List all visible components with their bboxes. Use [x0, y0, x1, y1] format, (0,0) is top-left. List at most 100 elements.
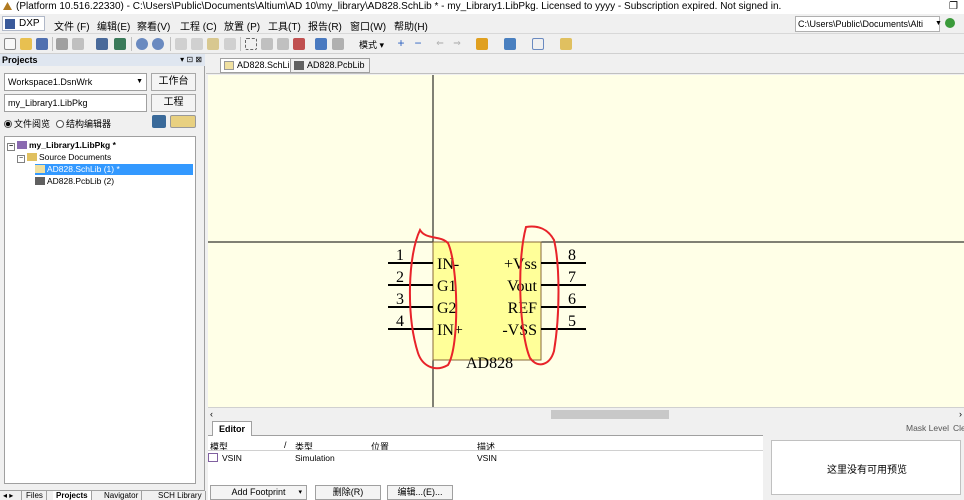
- project-options-icon[interactable]: [152, 115, 166, 128]
- tree-item-project[interactable]: − my_Library1.LibPkg *: [7, 140, 116, 151]
- radio-structure-label: 结构编辑器: [66, 119, 112, 129]
- radio-file-view[interactable]: 文件阅览: [4, 117, 50, 130]
- radio-dot: [56, 120, 64, 128]
- print-icon[interactable]: [56, 38, 68, 50]
- wizard-icon[interactable]: [476, 38, 488, 50]
- undo-icon[interactable]: [315, 38, 327, 50]
- collapse-icon[interactable]: −: [7, 143, 15, 151]
- tree-item-label: AD828.SchLib (1) *: [47, 164, 120, 174]
- path-dropdown-icon[interactable]: ▼: [935, 20, 942, 27]
- column-header-description[interactable]: 描述: [477, 440, 495, 453]
- cell-description: VSIN: [477, 453, 497, 463]
- schematic-library-icon: [35, 165, 45, 173]
- preview-box: 这里没有可用预览: [771, 440, 961, 495]
- deselect-icon[interactable]: [277, 38, 289, 50]
- print-preview-icon[interactable]: [72, 38, 84, 50]
- menu-tools[interactable]: 工具(T): [268, 18, 301, 33]
- preview-unavailable-text: 这里没有可用预览: [827, 465, 907, 476]
- layers-icon[interactable]: [96, 38, 108, 50]
- column-header-type[interactable]: 类型: [295, 440, 313, 453]
- zoom-in-icon[interactable]: [136, 38, 148, 50]
- zoom-out-icon[interactable]: [152, 38, 164, 50]
- workspace-button[interactable]: 工作台: [151, 73, 196, 91]
- project-button[interactable]: 工程: [151, 94, 196, 112]
- add-footprint-button[interactable]: Add Footprint ▾: [210, 485, 307, 500]
- forward-arrow-icon[interactable]: ⇒: [451, 38, 463, 50]
- tree-item-label: Source Documents: [39, 152, 112, 162]
- project-field[interactable]: my_Library1.LibPkg: [4, 94, 147, 112]
- drawing-tools-icon[interactable]: [504, 38, 516, 50]
- toolbar-separator: [170, 37, 171, 51]
- cell-model: VSIN: [222, 453, 242, 463]
- edit-button[interactable]: 编辑...(E)...: [387, 485, 453, 500]
- restore-window-icon[interactable]: ❐: [949, 1, 958, 12]
- simulation-model-icon: [208, 453, 218, 462]
- pin-name-g2: G2: [437, 300, 457, 317]
- tree-item-schlib[interactable]: AD828.SchLib (1) *: [35, 164, 193, 175]
- remove-icon[interactable]: −: [412, 37, 424, 50]
- move-icon[interactable]: [261, 38, 273, 50]
- clear-filter-icon[interactable]: [293, 38, 305, 50]
- workspace-select[interactable]: Workspace1.DsnWrk ▼: [4, 73, 147, 91]
- column-header-sort[interactable]: /: [284, 440, 287, 450]
- panel-tab-sch-library[interactable]: SCH Library: [155, 491, 206, 500]
- document-tabs: AD828.SchLib * AD828.PcbLib: [206, 54, 964, 74]
- menu-reports[interactable]: 报告(R): [308, 18, 342, 33]
- component-icon[interactable]: [114, 38, 126, 50]
- right-pins: [541, 262, 586, 330]
- new-file-icon[interactable]: [4, 38, 16, 50]
- menu-view[interactable]: 察看(V): [137, 18, 170, 33]
- globe-icon[interactable]: [945, 18, 955, 28]
- copy-icon[interactable]: [191, 38, 203, 50]
- mask-level-button[interactable]: Mask Level: [906, 422, 949, 434]
- tree-item-source-documents[interactable]: − Source Documents: [17, 152, 111, 163]
- menu-help[interactable]: 帮助(H): [394, 18, 428, 33]
- panel-controls[interactable]: ▾ ⊡ ⊠: [180, 54, 202, 66]
- cut-icon[interactable]: [175, 38, 187, 50]
- clear-button[interactable]: Cle: [953, 422, 964, 434]
- save-icon[interactable]: [36, 38, 48, 50]
- schematic-canvas[interactable]: 1 2 3 4 8 7 6 5 IN- G1 G2 IN+ +Vss Vout …: [208, 75, 964, 407]
- pin-number-7: 7: [568, 269, 576, 286]
- editor-tab[interactable]: Editor: [212, 421, 252, 436]
- select-area-icon[interactable]: [245, 38, 257, 50]
- tree-item-pcblib[interactable]: AD828.PcbLib (2): [35, 176, 114, 187]
- scroll-left-icon[interactable]: ‹: [210, 409, 213, 419]
- grid-icon[interactable]: [532, 38, 544, 50]
- delete-button[interactable]: 删除(R): [315, 485, 381, 500]
- document-path-field[interactable]: C:\Users\Public\Documents\Alti: [795, 16, 940, 32]
- menu-edit[interactable]: 编辑(E): [97, 18, 130, 33]
- paste-icon[interactable]: [207, 38, 219, 50]
- column-header-model[interactable]: 模型: [210, 440, 228, 453]
- panel-tab-files[interactable]: Files: [23, 491, 47, 500]
- panel-tab-scroll-arrows[interactable]: ◂ ▸: [0, 491, 22, 500]
- collapse-icon[interactable]: −: [17, 155, 25, 163]
- open-folder-icon[interactable]: [20, 38, 32, 50]
- radio-structure-editor[interactable]: 结构编辑器: [56, 117, 111, 130]
- dxp-menu-button[interactable]: DXP: [2, 16, 45, 31]
- menu-project[interactable]: 工程 (C): [180, 18, 217, 33]
- menu-file[interactable]: 文件 (F): [54, 18, 90, 33]
- panel-tab-projects[interactable]: Projects: [53, 491, 92, 500]
- add-document-dropdown-icon[interactable]: [170, 115, 196, 128]
- toolbar-separator: [131, 37, 132, 51]
- back-arrow-icon[interactable]: ⇐: [434, 38, 446, 50]
- column-header-location[interactable]: 位置: [371, 440, 389, 453]
- add-icon[interactable]: +: [395, 37, 407, 50]
- schematic-library-icon: [224, 61, 234, 70]
- radio-file-view-label: 文件阅览: [14, 119, 51, 129]
- scroll-right-icon[interactable]: ›: [959, 409, 962, 419]
- panel-tab-navigator[interactable]: Navigator: [101, 491, 143, 500]
- menu-window[interactable]: 窗口(W): [350, 18, 386, 33]
- tab-pcblib[interactable]: AD828.PcbLib: [290, 58, 370, 73]
- toolbar: 模式 ▾ + − ⇐ ⇒: [0, 34, 964, 54]
- pcb-library-icon: [35, 177, 45, 185]
- add-footprint-dropdown-icon[interactable]: ▾: [298, 486, 302, 499]
- mode-dropdown[interactable]: 模式 ▾: [359, 38, 384, 51]
- canvas-horizontal-scrollbar[interactable]: ‹ ›: [208, 407, 964, 420]
- menu-place[interactable]: 放置 (P): [224, 18, 260, 33]
- scroll-thumb[interactable]: [551, 410, 669, 419]
- library-icon[interactable]: [560, 38, 572, 50]
- rubber-stamp-icon[interactable]: [224, 38, 236, 50]
- redo-icon[interactable]: [332, 38, 344, 50]
